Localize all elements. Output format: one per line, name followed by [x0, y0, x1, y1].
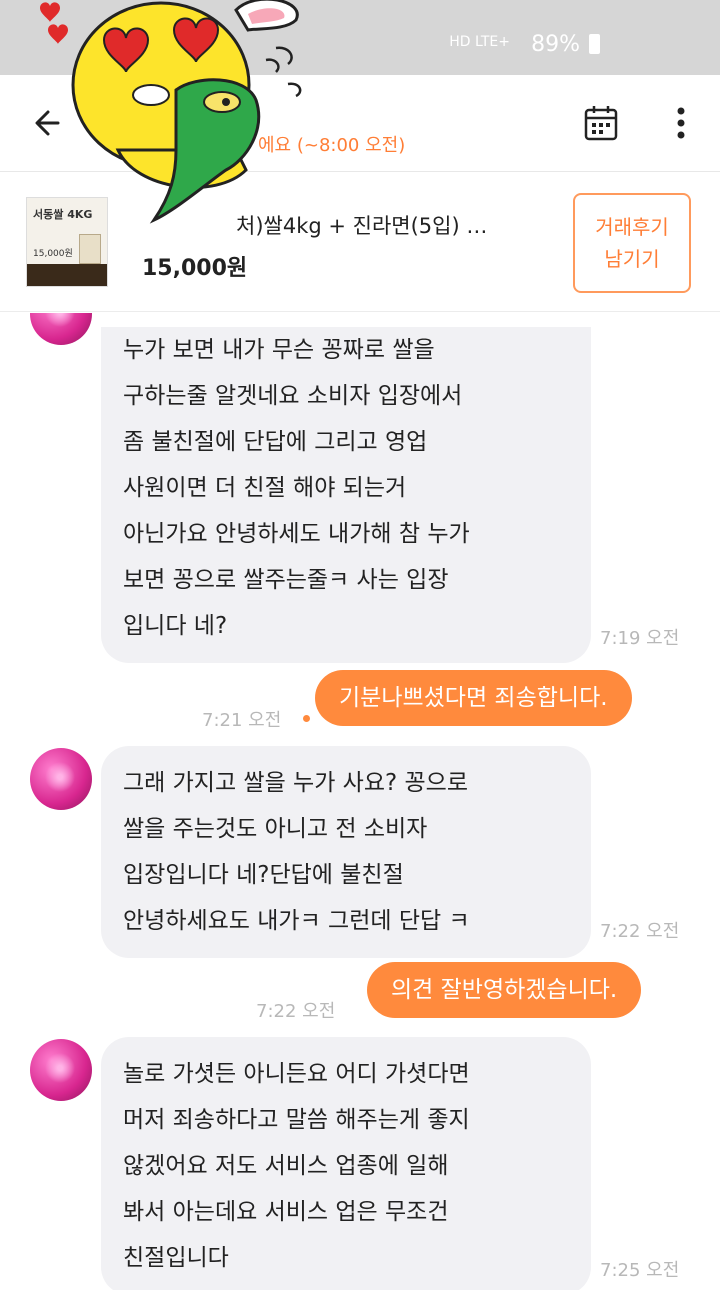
sticker-image — [40, 0, 302, 224]
thumb-band — [27, 264, 107, 286]
leave-review-button[interactable]: 거래후기 남기기 — [573, 193, 691, 293]
outgoing-message: 의견 잘반영하겠습니다. — [367, 962, 642, 1018]
incoming-message: 누가 보면 내가 무슨 꽁짜로 쌀을 구하는줄 알겟네요 소비자 입장에서 좀 … — [101, 327, 591, 663]
chat-area[interactable]: 누가 보면 내가 무슨 꽁짜로 쌀을 구하는줄 알겟네요 소비자 입장에서 좀 … — [0, 313, 720, 1290]
network-indicator: HD LTE+ — [449, 34, 510, 50]
message-time: 7:25 오전 — [600, 1260, 680, 1281]
partner-avatar[interactable] — [30, 748, 92, 810]
message-time: 7:21 오전 — [202, 710, 282, 731]
more-options-icon[interactable] — [670, 105, 692, 141]
partner-avatar[interactable] — [30, 313, 92, 345]
status-network: HD LTE+ — [449, 34, 510, 50]
rice-bag-graphic — [79, 234, 101, 264]
message-time: 7:22 오전 — [600, 921, 680, 942]
battery-percentage: 89% — [531, 32, 580, 57]
message-time: 7:22 오전 — [256, 1001, 336, 1022]
product-price: 15,000원 — [142, 256, 248, 281]
incoming-message: 놀로 가셧든 아니든요 어디 가셧다면 머저 죄송하다고 말씀 해주는게 좋지 … — [101, 1037, 591, 1290]
unread-indicator — [303, 715, 310, 722]
calendar-icon[interactable] — [584, 105, 618, 141]
incoming-message: 그래 가지고 쌀을 누가 사요? 꽁으로 쌀을 주는것도 아니고 전 소비자 입… — [101, 746, 591, 958]
message-time: 7:19 오전 — [600, 628, 680, 649]
partner-avatar[interactable] — [30, 1039, 92, 1101]
thumb-price: 15,000원 — [33, 249, 73, 259]
outgoing-message: 기분나쁘셨다면 죄송합니다. — [315, 670, 632, 726]
battery-icon — [589, 34, 600, 54]
